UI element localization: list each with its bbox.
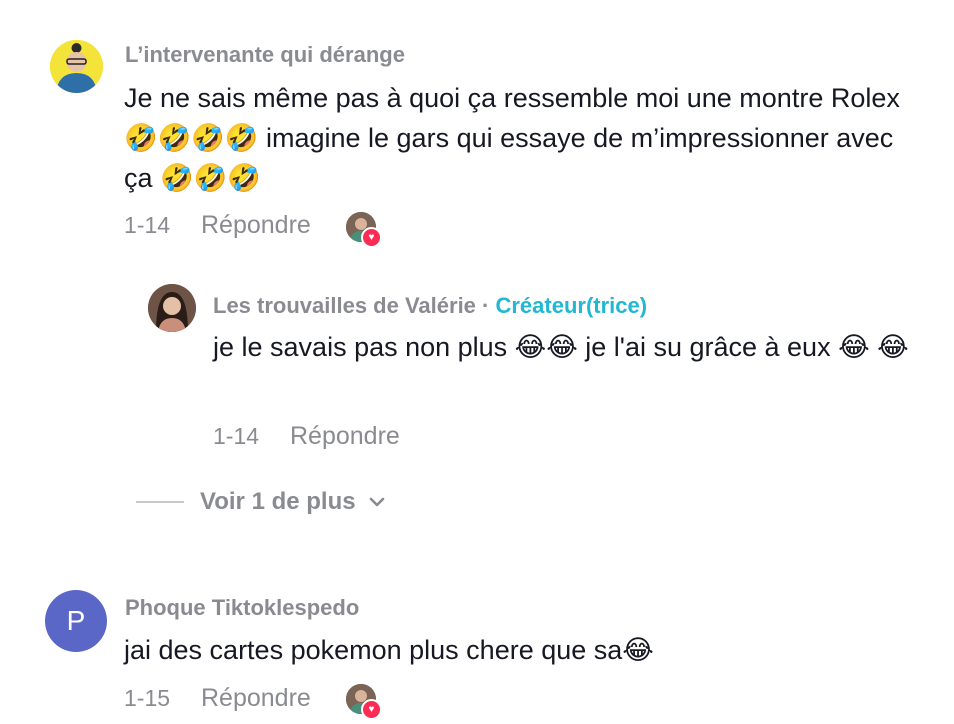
chevron-down-icon [369,497,384,507]
reply-meta: 1-14 Répondre [213,422,400,451]
comment-username[interactable]: Phoque Tiktoklespedo [125,595,359,621]
reply-button[interactable]: Répondre [290,422,400,450]
comment-avatar[interactable]: P [45,590,107,652]
view-more-label: Voir 1 de plus [200,488,356,515]
reply-button[interactable]: Répondre [201,211,311,239]
heart-icon: ♥ [361,227,382,248]
reply-avatar[interactable] [148,284,196,332]
reply-username-line: Les trouvailles de Valérie · Créateur(tr… [213,293,647,319]
comment-avatar[interactable] [50,40,103,93]
creator-badge: Créateur(trice) [495,293,648,318]
comment-text: Je ne sais même pas à quoi ça ressemble … [124,83,900,193]
avatar-letter: P [66,605,86,636]
liked-by-creator-icon: ♥ [346,212,382,248]
comment-username[interactable]: L’intervenante qui dérange [125,42,405,68]
liked-by-creator-icon: ♥ [346,684,382,720]
comment-date: 1-15 [124,685,171,711]
divider-line [136,501,184,503]
comment-meta: 1-14 Répondre [124,211,311,240]
view-more-replies[interactable]: Voir 1 de plus [136,488,386,516]
reply-date: 1-14 [213,423,260,449]
reply-button[interactable]: Répondre [201,684,311,712]
separator: · [475,293,496,318]
avatar-portrait-icon [148,284,196,332]
reply-text: je le savais pas non plus 😂😂 je l'ai su … [213,332,909,362]
comment-text: jai des cartes pokemon plus chere que sa… [124,635,654,665]
comment-meta: 1-15 Répondre [124,684,311,713]
reply-username[interactable]: Les trouvailles de Valérie [213,293,476,318]
avatar-portrait-icon [50,40,103,93]
comment-date: 1-14 [124,212,171,238]
heart-icon: ♥ [361,699,382,720]
